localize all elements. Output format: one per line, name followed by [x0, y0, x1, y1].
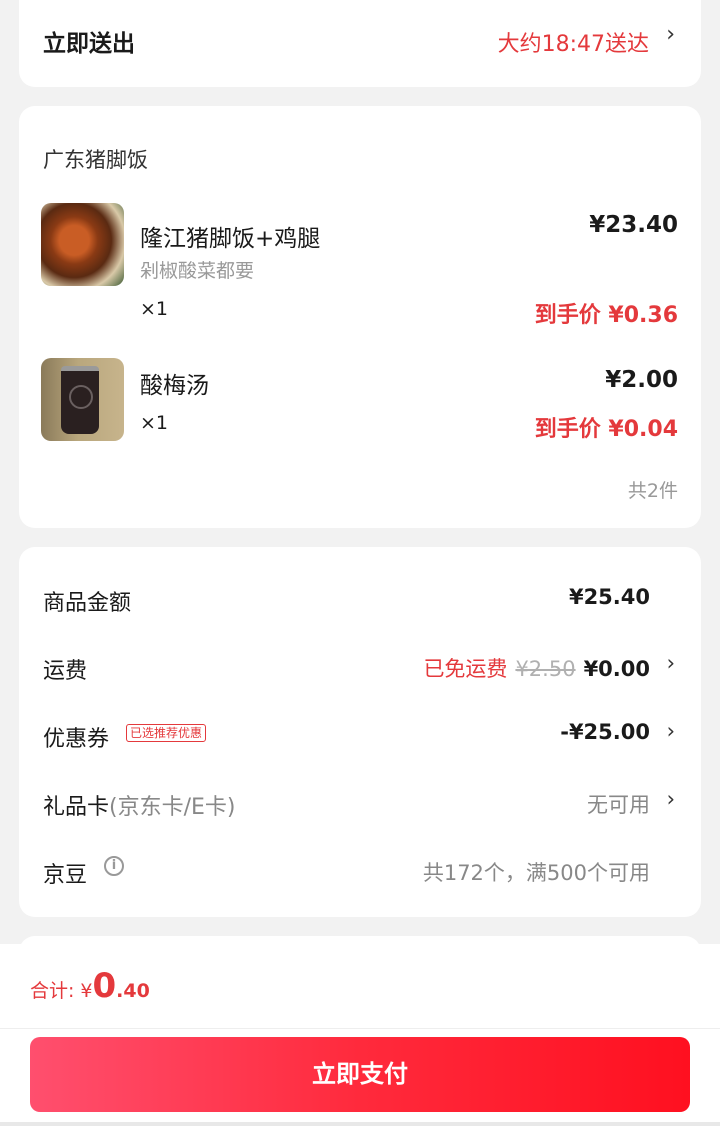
shipping-free-text: 已免运费: [423, 657, 508, 681]
giftcard-value[interactable]: 无可用: [587, 789, 650, 819]
delivery-card[interactable]: 立即送出 大约18:47送达 ›: [19, 0, 701, 87]
coupon-recommended-badge: 已选推荐优惠: [126, 724, 207, 742]
delivery-time[interactable]: 大约18:47送达: [498, 26, 649, 58]
info-icon[interactable]: i: [104, 856, 124, 876]
total-integer: 0: [92, 966, 117, 1006]
goods-amount-label: 商品金额: [43, 591, 132, 616]
shop-name[interactable]: 广东猪脚饭: [43, 144, 148, 174]
coupon-value[interactable]: -¥25.00: [560, 720, 650, 744]
total-decimal: .40: [116, 980, 150, 1002]
chevron-right-icon[interactable]: ›: [667, 719, 675, 743]
chevron-right-icon[interactable]: ›: [667, 651, 675, 675]
chevron-right-icon[interactable]: ›: [666, 22, 675, 47]
giftcard-label-group: 礼品卡(京东卡/E卡): [43, 789, 236, 821]
item-quantity: ×1: [140, 412, 169, 434]
item-name: 隆江猪脚饭+鸡腿: [140, 226, 321, 252]
item-price: ¥23.40: [589, 212, 678, 238]
delivery-mode-label: 立即送出: [43, 31, 135, 57]
currency-symbol: ¥: [80, 980, 93, 1002]
giftcard-sublabel: (京东卡/E卡): [109, 795, 236, 820]
checkout-bar: 合计: ¥0.40 立即支付: [0, 944, 720, 1126]
pork-knuckle-rice-thumbnail[interactable]: [41, 203, 124, 286]
item-final-price: 到手价 ¥0.36: [534, 303, 678, 328]
price-summary-card: 商品金额 ¥25.40 运费 已免运费 ¥2.50 ¥0.00 › 优惠券 已选推荐…: [19, 547, 701, 917]
order-total: 合计: ¥0.40: [30, 966, 150, 1006]
coupon-label: 优惠券: [43, 727, 110, 752]
giftcard-label: 礼品卡: [43, 795, 110, 820]
item-final-price: 到手价 ¥0.04: [534, 417, 678, 442]
item-spec: 剁椒酸菜都要: [140, 260, 255, 282]
shipping-label: 运费: [43, 659, 88, 684]
total-label: 合计:: [30, 980, 75, 1002]
divider: [0, 1028, 720, 1029]
item-price: ¥2.00: [605, 367, 678, 393]
item-quantity: ×1: [140, 298, 169, 320]
sour-plum-drink-thumbnail[interactable]: [41, 358, 124, 441]
item-name: 酸梅汤: [140, 373, 209, 399]
pay-now-button[interactable]: 立即支付: [30, 1037, 690, 1112]
cup-icon: [61, 366, 99, 434]
shipping-value-group[interactable]: 已免运费 ¥2.50 ¥0.00: [423, 653, 650, 683]
item-count: 共2件: [627, 480, 678, 502]
chevron-right-icon[interactable]: ›: [667, 787, 675, 811]
shipping-value: ¥0.00: [583, 657, 650, 681]
jingdou-label: 京豆: [43, 863, 88, 888]
jingdou-value: 共172个，满500个可用: [422, 861, 650, 885]
shop-order-card: 广东猪脚饭 隆江猪脚饭+鸡腿 剁椒酸菜都要 ×1 ¥23.40 到手价 ¥0.3…: [19, 106, 701, 528]
goods-amount-value: ¥25.40: [568, 585, 650, 609]
shipping-original-price: ¥2.50: [515, 657, 576, 681]
divider: [0, 1122, 720, 1126]
